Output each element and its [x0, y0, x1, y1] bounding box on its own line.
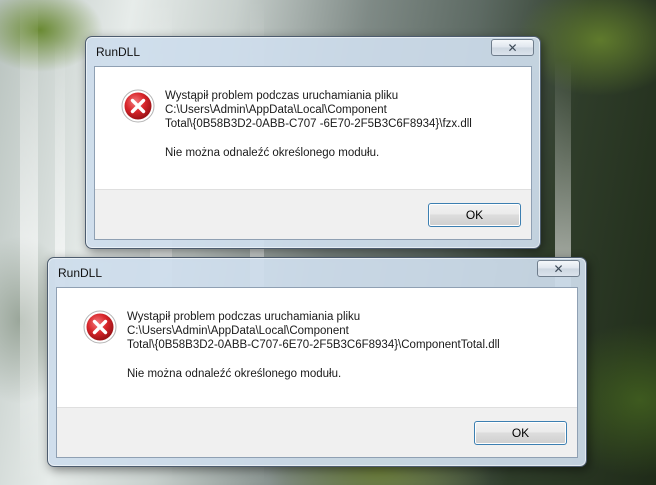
file-path-line: Total\{0B58B3D2-0ABB-C707 -6E70-2F5B3C6F… — [165, 118, 472, 130]
dialog-content: Wystąpił problem podczas uruchamiania pl… — [94, 66, 532, 240]
message-line: Wystąpił problem podczas uruchamiania pl… — [127, 311, 361, 323]
error-icon — [121, 89, 155, 123]
error-detail: Nie można odnaleźć określonego modułu. — [127, 368, 342, 380]
error-icon — [83, 310, 117, 344]
dialog-footer: OK — [57, 407, 577, 457]
error-message: Wystąpił problem podczas uruchamiania pl… — [127, 310, 569, 381]
close-icon: ✕ — [507, 40, 518, 55]
message-line: Wystąpił problem podczas uruchamiania pl… — [165, 90, 399, 102]
dialog-footer: OK — [95, 189, 531, 239]
background-streak — [20, 0, 38, 485]
rundll-dialog-2: RunDLL ✕ Wystąpił problem podczas urucha… — [47, 257, 587, 467]
window-title: RunDLL — [96, 45, 141, 59]
error-detail: Nie można odnaleźć określonego modułu. — [165, 147, 380, 159]
ok-button[interactable]: OK — [474, 421, 567, 445]
file-path-line: Total\{0B58B3D2-0ABB-C707-6E70-2F5B3C6F8… — [127, 339, 500, 351]
close-button[interactable]: ✕ — [537, 260, 580, 277]
close-button[interactable]: ✕ — [491, 39, 534, 56]
dialog-content: Wystąpił problem podczas uruchamiania pl… — [56, 287, 578, 458]
file-path-line: C:\Users\Admin\AppData\Local\Component — [165, 104, 387, 116]
file-path-line: C:\Users\Admin\AppData\Local\Component — [127, 325, 349, 337]
window-title: RunDLL — [58, 266, 103, 280]
rundll-dialog-1: RunDLL ✕ Wystąpił problem podczas urucha… — [85, 36, 541, 249]
ok-button[interactable]: OK — [428, 203, 521, 227]
error-message: Wystąpił problem podczas uruchamiania pl… — [165, 89, 523, 160]
close-icon: ✕ — [553, 261, 564, 276]
